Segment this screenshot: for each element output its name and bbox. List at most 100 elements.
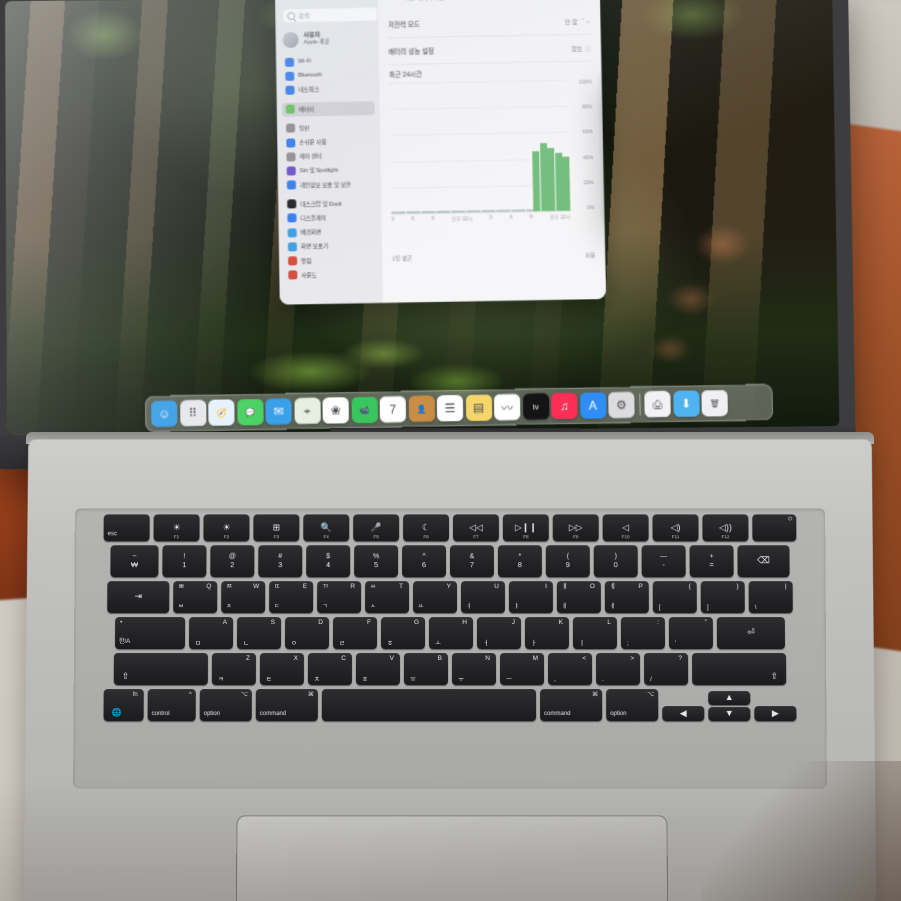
settings-row-value[interactable]: 정보 ⓘ [571,43,591,52]
key-f7[interactable]: ◁◁ F7 [452,514,499,542]
key-f1[interactable]: ☀ F1 [153,514,200,542]
key-f4[interactable]: 🔍 F4 [303,514,350,542]
key-key[interactable]: Xㅌ [259,652,304,686]
key-key[interactable]: Vㅍ [355,652,400,686]
dock-icon-contacts[interactable]: 👤 [408,395,435,423]
key-option[interactable]: ⌥ option [606,689,659,722]
sidebar-item-notification[interactable]: 알림 [284,252,377,268]
key-3[interactable]: #3 [258,545,303,578]
sidebar-account-row[interactable]: 사용자 Apple 계정 [282,28,373,51]
keyboard-function-row[interactable]: esc ☀ F1 ☀ F2 ⊞ F3 🔍 F4 🎤 F5 ☾ F6 ◁◁ F7 ▷❙❙ F8 ▷▷ F9 ◁ F10 ◁)… [83,514,818,542]
key-key[interactable]: Eㄸㄷ [269,581,314,614]
key-key[interactable]: Gㅎ [380,617,426,649]
arrow-vertical-pair[interactable]: ▲ ▼ [708,691,751,722]
keyboard-shift-row[interactable]: ⇧ Z ㅋ X ㅌ C ㅊ V ㅍ B ㅠ N ㅜ M ㅡ <, >.? / ⇧ [82,652,818,686]
keyboard[interactable]: esc ☀ F1 ☀ F2 ⊞ F3 🔍 F4 🎤 F5 ☾ F6 ◁◁ F7 ▷❙❙ F8 ▷▷ F9 ◁ F10 ◁)… [73,508,827,789]
key-key[interactable]: ⌫ [737,545,790,578]
dock-icon-safari[interactable]: 🧭 [208,399,235,426]
key-1[interactable]: ! 1 [162,545,207,578]
dock-icon-music[interactable]: ♫ [550,392,578,420]
key-key[interactable]: ⇧ [692,652,787,686]
key-2[interactable]: @2 [210,545,255,578]
key-key[interactable]: fn 🌐 [103,689,144,722]
key-space[interactable] [321,689,537,722]
key-arrow-down[interactable]: ▼ [708,707,751,722]
key-key[interactable]: Kㅏ [524,617,570,649]
dock-icon-photos[interactable]: ❀ [322,397,349,424]
dock-icon-mail[interactable]: ✉ [265,398,292,425]
sidebar-item-sound[interactable]: 사운드 [284,267,377,283]
search-input[interactable]: 검색 [283,7,378,23]
key-i[interactable]: Iㅑ [508,581,553,614]
keyboard-bottom-row[interactable]: fn 🌐 ^ control ⌥ option ⌘ command ⌘ command ⌥ optio… [82,689,819,722]
dock-icon-facetime[interactable]: 📹 [351,396,378,424]
key-key[interactable]: | \ [748,581,793,614]
key-key[interactable]: Cㅊ [307,652,352,686]
key-command[interactable]: ⌘ command [540,689,603,722]
key-key[interactable]: Bㅠ [403,652,448,686]
dock-icon-reminders[interactable]: ☰ [436,394,464,422]
settings-row[interactable]: 배터리 성능 설정 정보 ⓘ [388,34,592,66]
key-key[interactable]: }] [700,581,745,614]
key-key[interactable]: Oㅒㅐ [556,581,601,614]
key-key[interactable]: ⏻ [752,514,797,542]
dock-icon-freeform[interactable]: 〰 [493,393,521,421]
key-key[interactable]: Hㅗ [428,617,474,649]
key-key[interactable]: Lㅣ [572,617,618,649]
key-key[interactable]: Tㅆㅅ [365,581,410,614]
key-key[interactable]: Qㅃㅂ [173,581,218,614]
key-key[interactable]: " ' [668,617,714,649]
key-arrow-left[interactable]: ◀ [662,706,705,722]
sidebar-item-siri[interactable]: Siri 및 Spotlight [283,162,376,178]
key-key[interactable]: Wㅉㅈ [221,581,266,614]
key-f2[interactable]: ☀ F2 [203,514,250,542]
key-f11[interactable]: ◁) F11 [652,514,699,542]
sidebar-item-gear[interactable]: 일반 [282,120,375,136]
key-key[interactable]: Nㅜ [452,652,497,686]
key-key[interactable]: Rㄲㄱ [317,581,362,614]
key-arrow-right[interactable]: ▶ [754,706,797,722]
key-control[interactable]: ^ control [147,689,196,722]
key-esc[interactable]: esc [103,514,150,542]
settings-row-value[interactable]: 안 함 ⌃⌄ [565,16,591,25]
key-key[interactable]: {[ [652,581,697,614]
system-settings-window[interactable]: 검색 사용자 Apple 계정 Wi-Fi Bluetooth 네트워크 배터리 일반 손… [274,0,607,305]
key-f5[interactable]: 🎤 F5 [353,514,400,542]
key-한a[interactable]: • 한/A [114,617,186,649]
key-key[interactable]: ~ ₩ [110,545,159,578]
dock-icon-messages[interactable]: 💬 [236,398,264,426]
dock-icon-launchpad[interactable]: ⠿ [179,399,207,427]
key-key[interactable]: Sㄴ [236,617,282,649]
dock-icon-app-store[interactable]: A [579,392,607,419]
key-option[interactable]: ⌥ option [199,689,252,722]
dock-icon-finder[interactable]: ☺ [151,400,178,428]
key-f6[interactable]: ☾ F6 [403,514,450,542]
dock-icon-notes[interactable]: ▤ [465,394,492,422]
key-arrow-up[interactable]: ▲ [708,691,751,706]
key-f12[interactable]: ◁)) F12 [702,514,749,542]
key-6[interactable]: ^ 6 [402,545,447,578]
sidebar-item-dock[interactable]: 데스크탑 및 Dock [283,196,376,212]
dock-icon-calendar[interactable]: 7 [379,396,407,423]
key-4[interactable]: $4 [306,545,351,578]
key-8[interactable]: * 8 [497,545,542,578]
key-key[interactable]: :; [620,617,666,649]
key-5[interactable]: % 5 [354,545,399,578]
key-f10[interactable]: ◁ F10 [602,514,649,542]
key-u[interactable]: Uㅕ [460,581,505,614]
keyboard-home-row[interactable]: • 한/A A ㅁ S ㄴ D ㅇ F ㄹ G ㅎ H ㅗ J ㅓ K ㅏ L ㅣ:; " ' ⏎ [82,617,818,649]
key-f9[interactable]: ▷▷ F9 [552,514,599,542]
key-key[interactable]: ⏎ [716,617,786,649]
key-key[interactable]: Zㅋ [211,652,256,686]
settings-row[interactable]: 저전력 모드 안 함 ⌃⌄ [387,7,591,39]
key-key[interactable]: + = [689,545,734,578]
arrow-key-cluster[interactable]: ◀ ▲ ▼ ▶ [662,689,797,722]
key-key[interactable]: — - [641,545,686,578]
key-0[interactable]: ) 0 [593,545,638,578]
key-key[interactable]: Mㅡ [500,652,545,686]
key-key[interactable]: <, [548,652,593,686]
key-key[interactable]: Dㅇ [284,617,330,649]
key-key[interactable]: Jㅓ [476,617,522,649]
key-command[interactable]: ⌘ command [255,689,318,722]
key-key[interactable]: >. [596,652,641,686]
